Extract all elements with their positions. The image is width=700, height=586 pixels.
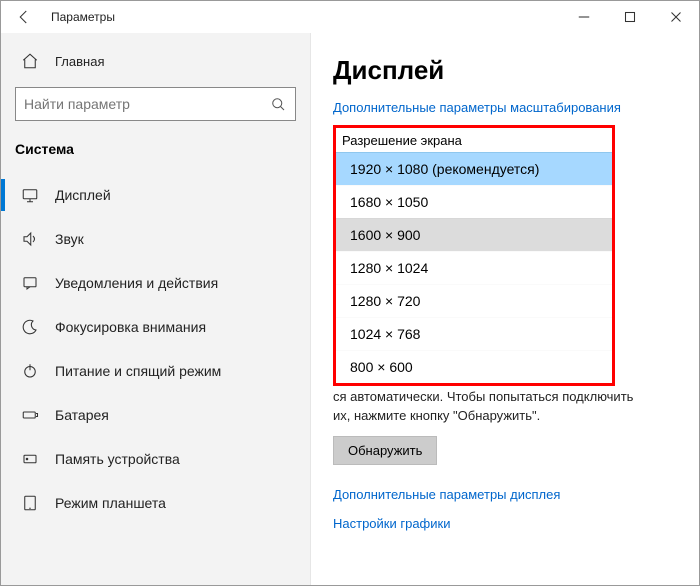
sidebar-item-label: Фокусировка внимания	[55, 319, 206, 335]
sidebar-item-power[interactable]: Питание и спящий режим	[1, 349, 310, 393]
sidebar-item-label: Звук	[55, 231, 84, 247]
sidebar-item-label: Батарея	[55, 407, 109, 423]
graphics-settings-link[interactable]: Настройки графики	[333, 516, 681, 531]
detect-description-text: ся автоматически. Чтобы попытаться подкл…	[333, 388, 643, 426]
sidebar-home[interactable]: Главная	[1, 43, 310, 79]
sidebar-item-label: Питание и спящий режим	[55, 363, 221, 379]
page-title: Дисплей	[333, 55, 681, 86]
detect-description: ся автоматически. Чтобы попытаться подкл…	[333, 388, 643, 426]
sound-icon	[21, 230, 39, 248]
resolution-option[interactable]: 800 × 600	[336, 350, 612, 383]
search-box[interactable]	[15, 87, 296, 121]
detect-button[interactable]: Обнаружить	[333, 436, 437, 465]
sidebar-item-notifications[interactable]: Уведомления и действия	[1, 261, 310, 305]
display-icon	[21, 186, 39, 204]
tablet-icon	[21, 494, 39, 512]
moon-icon	[21, 318, 39, 336]
sidebar-item-battery[interactable]: Батарея	[1, 393, 310, 437]
minimize-button[interactable]	[561, 1, 607, 33]
resolution-option[interactable]: 1024 × 768	[336, 317, 612, 350]
sidebar-item-label: Память устройства	[55, 451, 180, 467]
sidebar-item-storage[interactable]: Память устройства	[1, 437, 310, 481]
battery-icon	[21, 406, 39, 424]
advanced-display-link[interactable]: Дополнительные параметры дисплея	[333, 487, 681, 502]
sidebar-home-label: Главная	[55, 54, 104, 69]
resolution-option[interactable]: 1680 × 1050	[336, 185, 612, 218]
window-title: Параметры	[47, 10, 561, 24]
resolution-label: Разрешение экрана	[336, 128, 612, 152]
resolution-option[interactable]: 1600 × 900	[336, 218, 612, 251]
home-icon	[21, 52, 39, 70]
sidebar-item-label: Дисплей	[55, 187, 111, 203]
close-icon	[667, 8, 685, 26]
back-button[interactable]	[1, 1, 47, 33]
sidebar-item-tablet[interactable]: Режим планшета	[1, 481, 310, 525]
resolution-option[interactable]: 1280 × 1024	[336, 251, 612, 284]
sidebar-item-display[interactable]: Дисплей	[1, 173, 310, 217]
maximize-icon	[621, 8, 639, 26]
main-content: Дисплей Дополнительные параметры масштаб…	[311, 33, 699, 585]
sidebar-section-title: Система	[1, 135, 310, 173]
search-icon	[269, 95, 287, 113]
resolution-option[interactable]: 1280 × 720	[336, 284, 612, 317]
resolution-options: 1920 × 1080 (рекомендуется) 1680 × 1050 …	[336, 152, 612, 383]
close-button[interactable]	[653, 1, 699, 33]
sidebar-item-label: Уведомления и действия	[55, 275, 218, 291]
sidebar-item-sound[interactable]: Звук	[1, 217, 310, 261]
storage-icon	[21, 450, 39, 468]
search-input[interactable]	[24, 96, 269, 112]
titlebar: Параметры	[1, 1, 699, 33]
sidebar-item-label: Режим планшета	[55, 495, 166, 511]
power-icon	[21, 362, 39, 380]
window-controls	[561, 1, 699, 33]
notification-icon	[21, 274, 39, 292]
sidebar: Главная Система Дисплей Звук Уведомлен	[1, 33, 311, 585]
resolution-option[interactable]: 1920 × 1080 (рекомендуется)	[336, 152, 612, 185]
resolution-dropdown[interactable]: Разрешение экрана 1920 × 1080 (рекоменду…	[333, 125, 615, 386]
minimize-icon	[575, 8, 593, 26]
bottom-links: Дополнительные параметры дисплея Настрой…	[333, 487, 681, 531]
maximize-button[interactable]	[607, 1, 653, 33]
sidebar-item-focus[interactable]: Фокусировка внимания	[1, 305, 310, 349]
arrow-left-icon	[15, 8, 33, 26]
scaling-advanced-link[interactable]: Дополнительные параметры масштабирования	[333, 100, 681, 115]
